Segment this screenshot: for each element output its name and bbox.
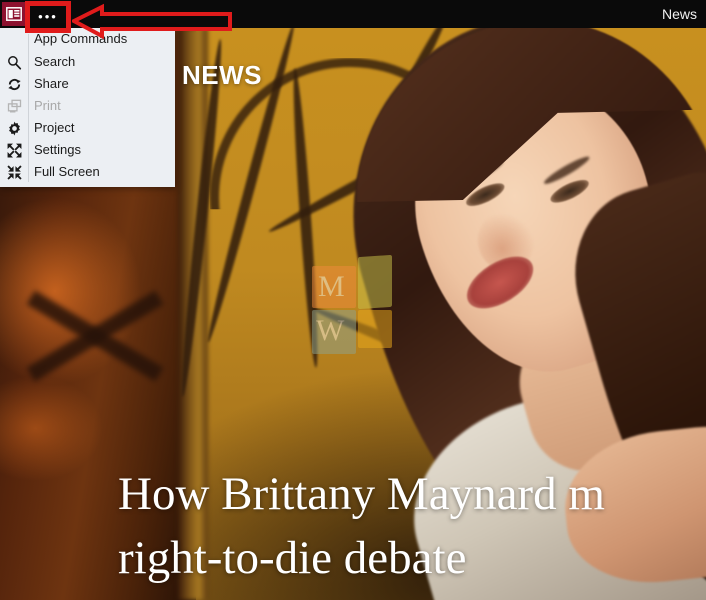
watermark-letter-m: M	[318, 270, 345, 303]
flyout-label-app-commands: App Commands	[34, 31, 128, 46]
headline-line-2: right-to-die debate	[118, 532, 467, 584]
flyout-label-print: Print	[34, 98, 61, 113]
brand-text: NEWS	[182, 60, 262, 90]
watermark-square-olive	[358, 254, 392, 310]
flyout-label-search: Search	[34, 54, 76, 69]
flyout-item-print: Print	[0, 95, 175, 117]
watermark-logo: M W	[312, 252, 396, 354]
flyout-label-project: Project	[34, 120, 75, 135]
flyout-item-settings[interactable]: Settings	[0, 139, 175, 161]
headline-line-3: I	[118, 590, 706, 600]
share-icon	[0, 73, 28, 95]
flyout-label-share: Share	[34, 76, 69, 91]
search-icon	[0, 51, 28, 73]
app-name-label: News	[661, 6, 697, 22]
flyout-label-full-screen: Full Screen	[34, 164, 100, 179]
print-icon	[0, 95, 28, 117]
contract-icon	[0, 161, 28, 183]
flyout-label-settings: Settings	[34, 142, 81, 157]
flyout-item-full-screen[interactable]: Full Screen	[0, 161, 175, 183]
flyout-item-project[interactable]: Project	[0, 117, 175, 139]
app-tile-icon[interactable]	[2, 2, 26, 26]
more-options-button[interactable]: •••	[29, 4, 67, 28]
flyout-item-search[interactable]: Search	[0, 51, 175, 73]
news-brand-label: NEWS	[168, 60, 262, 91]
watermark-square-amber	[358, 310, 392, 348]
article-headline[interactable]: How Brittany Maynard m right-to-die deba…	[118, 462, 706, 600]
flyout-item-share[interactable]: Share	[0, 73, 175, 95]
expand-icon	[0, 139, 28, 161]
app-commands-flyout: App Commands Search Share Print Project …	[0, 28, 175, 187]
headline-line-1: How Brittany Maynard m	[118, 468, 605, 520]
watermark-letter-w: W	[316, 314, 345, 347]
blank-icon	[0, 28, 28, 50]
news-app-window: M W NEWS How Brittany Maynard m right-to…	[0, 0, 706, 600]
gear-icon	[0, 117, 28, 139]
flyout-item-app-commands: App Commands	[0, 28, 175, 50]
app-bar: ••• News	[0, 0, 706, 28]
